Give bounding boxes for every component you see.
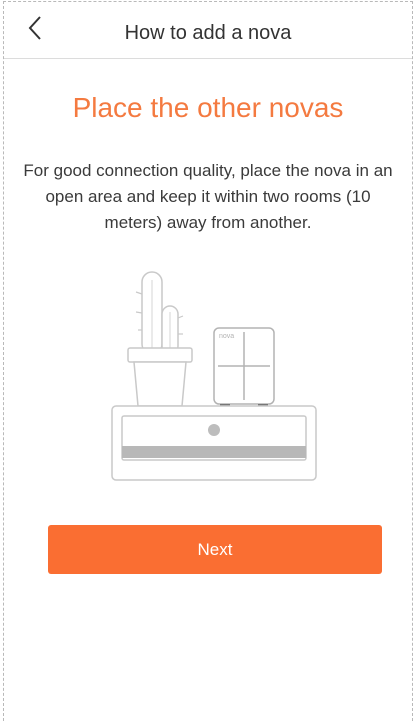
table-illustration [111, 405, 317, 481]
svg-text:nova: nova [219, 333, 234, 340]
navigation-bar: How to add a nova [4, 2, 412, 59]
cactus-illustration [135, 271, 184, 355]
chevron-left-icon [27, 15, 43, 46]
nova-device-illustration: nova [213, 327, 275, 408]
placement-illustration: nova [104, 266, 324, 486]
page-title: How to add a nova [124, 22, 292, 44]
back-button[interactable] [18, 12, 52, 48]
step-description: For good connection quality, place the n… [23, 161, 393, 232]
next-button[interactable]: Next [48, 525, 382, 574]
step-heading: Place the other novas [72, 92, 344, 123]
pot-illustration [127, 347, 193, 407]
